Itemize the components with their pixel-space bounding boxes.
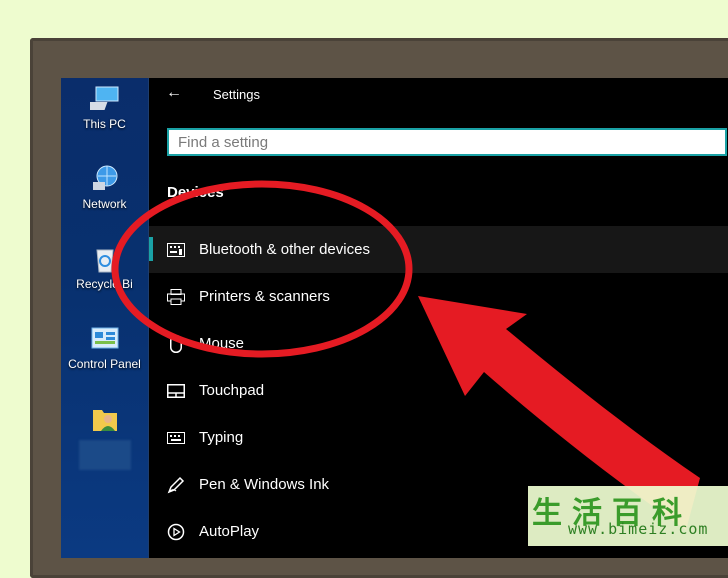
bluetooth-icon xyxy=(167,241,185,259)
pen-icon xyxy=(167,476,185,494)
blurred-label xyxy=(78,440,131,470)
back-arrow-icon[interactable]: ← xyxy=(166,84,182,102)
desktop-icon-label: This PC xyxy=(83,117,126,131)
desktop-icon-this-pc[interactable]: This PC xyxy=(61,84,148,131)
this-pc-icon xyxy=(82,84,120,114)
printer-icon xyxy=(167,288,185,306)
desktop-icon-label: Control Panel xyxy=(68,357,141,371)
nav-item-label: Bluetooth & other devices xyxy=(199,241,370,258)
nav-item-bluetooth[interactable]: Bluetooth & other devices xyxy=(149,226,728,273)
titlebar: ← Settings xyxy=(149,78,728,110)
nav-item-label: Typing xyxy=(199,429,244,446)
mouse-icon xyxy=(167,334,185,353)
nav-item-touchpad[interactable]: Touchpad xyxy=(149,367,728,414)
nav-item-mouse[interactable]: Mouse xyxy=(149,320,728,367)
touchpad-icon xyxy=(167,382,185,400)
desktop-icon-control-panel[interactable]: Control Panel xyxy=(61,324,148,371)
nav-item-label: Printers & scanners xyxy=(199,288,330,305)
section-heading: Devices xyxy=(167,184,224,201)
watermark-url: www.bimeiz.com xyxy=(568,520,709,538)
search-input[interactable] xyxy=(167,128,727,156)
autoplay-icon xyxy=(167,523,185,541)
nav-item-typing[interactable]: Typing xyxy=(149,414,728,461)
desktop: This PC Network Recycle Bi Control Panel xyxy=(61,78,148,558)
window-title: Settings xyxy=(213,87,260,102)
nav-item-printers[interactable]: Printers & scanners xyxy=(149,273,728,320)
nav-item-label: Mouse xyxy=(199,335,245,352)
desktop-icon-label: Recycle Bi xyxy=(76,277,133,291)
desktop-icon-recycle-bin[interactable]: Recycle Bi xyxy=(61,244,148,291)
keyboard-icon xyxy=(167,429,185,447)
desktop-icon-user-folder[interactable] xyxy=(61,404,148,470)
nav-item-label: AutoPlay xyxy=(199,523,260,540)
control-panel-icon xyxy=(90,324,120,354)
nav-item-label: Pen & Windows Ink xyxy=(199,476,330,493)
user-folder-icon xyxy=(90,404,120,434)
recycle-bin-icon xyxy=(90,244,120,274)
desktop-icon-network[interactable]: Network xyxy=(61,164,148,211)
nav-item-label: Touchpad xyxy=(199,382,265,399)
network-icon xyxy=(90,164,120,194)
desktop-icon-label: Network xyxy=(82,197,127,211)
watermark: 生活百科 www.bimeiz.com xyxy=(528,486,728,546)
